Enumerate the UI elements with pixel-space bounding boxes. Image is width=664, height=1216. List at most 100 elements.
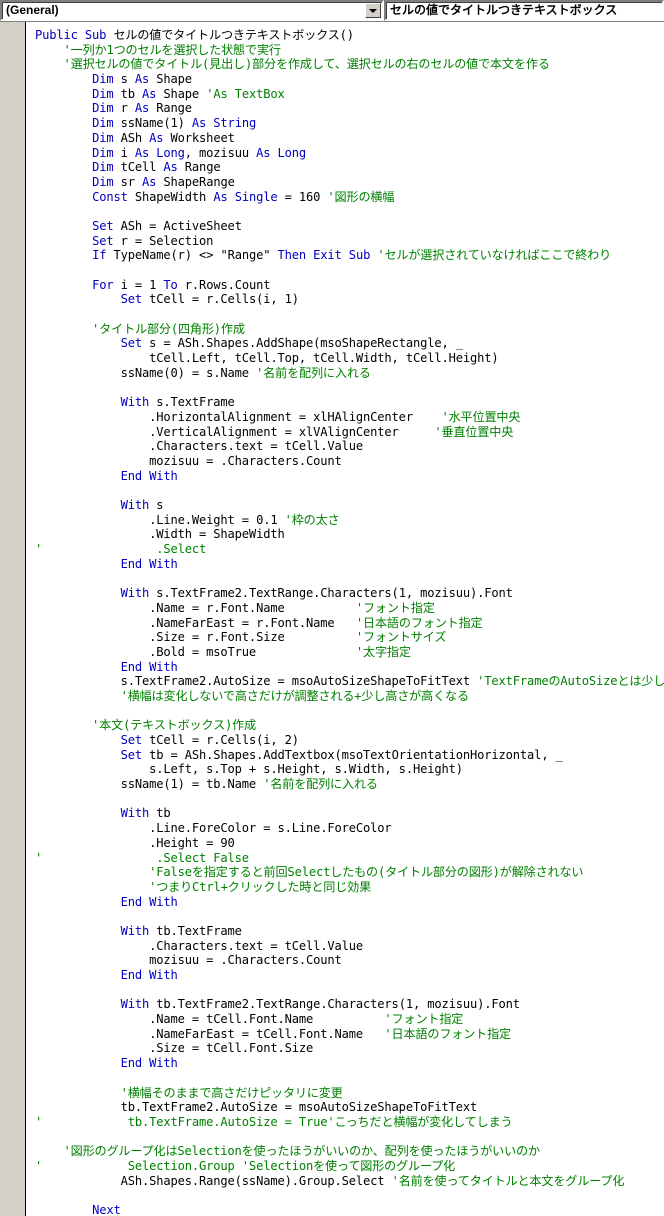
procedure-combobox[interactable]: セルの値でタイトルつきテキストボックス [384, 0, 664, 21]
code-line: .Size = r.Font.Size 'フォントサイズ [35, 630, 664, 645]
code-token: Set [120, 292, 150, 307]
code-line: With s.TextFrame [35, 395, 664, 410]
code-pane[interactable]: Public Sub セルの値でタイトルつきテキストボックス() '一列か1つの… [0, 21, 664, 1216]
code-token: ' .Select [35, 542, 207, 557]
code-token: tb.TextFrame [156, 923, 242, 938]
code-token: Set [120, 336, 150, 351]
code-token: tCell = r.Cells(i, 2) [149, 733, 299, 747]
code-line: .NameFarEast = r.Font.Name '日本語のフォント指定 [35, 616, 664, 631]
code-token: i = 1 [120, 277, 164, 292]
code-token: With [120, 806, 157, 821]
code-token: As Single [213, 189, 278, 204]
code-token: As [142, 174, 164, 189]
code-token: 'フォントサイズ [355, 630, 447, 645]
code-token: s.TextFrame [156, 395, 235, 410]
object-combobox[interactable]: (General) [0, 0, 384, 21]
code-token: r = Selection [120, 233, 214, 248]
code-token: i [120, 145, 135, 160]
code-token: .Bold = msoTrue [35, 644, 356, 659]
code-line: End With [35, 895, 664, 910]
code-token: s = ASh.Shapes.AddShape(msoShapeRectangl… [149, 336, 463, 351]
code-token: Dim [92, 160, 121, 175]
code-line: .HorizontalAlignment = xlHAlignCenter '水… [35, 410, 664, 425]
code-line: Set s = ASh.Shapes.AddShape(msoShapeRect… [35, 336, 664, 351]
code-line: Dim tCell As Range [35, 160, 664, 175]
code-token: With [120, 498, 157, 512]
code-token: As Long [134, 145, 185, 160]
code-line: '選択セルの値でタイトル(見出し)部分を作成して、選択セルの右のセルの値で本文を… [35, 57, 664, 72]
code-token: s [156, 498, 164, 512]
code-line: ssName(1) = tb.Name '名前を配列に入れる [35, 777, 664, 792]
code-token: ShapeRange [163, 174, 235, 189]
code-line: With s.TextFrame2.TextRange.Characters(1… [35, 586, 664, 601]
code-line: Const ShapeWidth As Single = 160 '図形の横幅 [35, 190, 664, 205]
code-token: As [149, 130, 171, 145]
code-token: ASh = ActiveSheet [120, 218, 242, 233]
code-line: .Characters.text = tCell.Value [35, 939, 664, 954]
code-token: '日本語のフォント指定 [384, 1026, 511, 1041]
code-token: mozisuu = .Characters.Count [35, 453, 342, 468]
code-token: Dim [92, 116, 121, 131]
code-token: ' Selection.Group 'Selectionを使って図形のグループ化 [35, 1158, 456, 1173]
code-line: tCell.Left, tCell.Top, tCell.Width, tCel… [35, 351, 664, 366]
code-line: End With [35, 557, 664, 572]
code-token: .Characters.text = tCell.Value [35, 439, 364, 454]
code-token: mozisuu = .Characters.Count [35, 953, 342, 968]
code-line: End With [35, 968, 664, 983]
margin-indicator-bar[interactable] [0, 22, 26, 1216]
code-token: With [120, 395, 157, 410]
code-token: With [120, 586, 157, 601]
code-token: s.TextFrame2.AutoSize = msoAutoSizeShape… [35, 674, 478, 689]
code-token: 'フォント指定 [355, 600, 435, 615]
code-line: Dim sr As ShapeRange [35, 175, 664, 190]
code-token: sr [120, 174, 142, 189]
code-line: Set tb = ASh.Shapes.AddTextbox(msoTextOr… [35, 748, 664, 763]
code-token: Set [92, 218, 121, 233]
code-token: s.Left, s.Top + s.Height, s.Width, s.Hei… [35, 762, 463, 777]
code-token: As [134, 72, 157, 87]
code-token: r [120, 101, 135, 116]
code-token: .Characters.text = tCell.Value [35, 938, 364, 953]
code-token: 'セルが選択されていなければここで終わり [377, 248, 612, 263]
code-token: tb [120, 86, 142, 101]
code-token: With [120, 923, 157, 938]
code-line: 'つまりCtrl+クリックした時と同じ効果 [35, 880, 664, 895]
code-line: ' .Select False [35, 851, 664, 866]
code-token: Dim [92, 86, 121, 101]
code-token: Dim [92, 130, 121, 145]
code-token: Set [120, 747, 150, 762]
code-line: s.Left, s.Top + s.Height, s.Width, s.Hei… [35, 762, 664, 777]
code-token: '本文(テキストボックス)作成 [35, 718, 257, 733]
code-line: tb.TextFrame2.AutoSize = msoAutoSizeShap… [35, 1100, 664, 1115]
code-token: = 160 [277, 189, 328, 204]
object-combobox-dropdown-button[interactable] [365, 3, 381, 18]
code-line: ' Selection.Group 'Selectionを使って図形のグループ化 [35, 1159, 664, 1174]
code-token: As Long [256, 145, 307, 160]
code-token: tCell = r.Cells(i, 1) [149, 292, 299, 307]
code-line: Dim ssName(1) As String [35, 116, 664, 131]
code-line: End With [35, 1056, 664, 1071]
code-editor-area[interactable]: Public Sub セルの値でタイトルつきテキストボックス() '一列か1つの… [27, 22, 664, 1216]
code-token: Set [92, 233, 121, 248]
code-token: '枠の太さ [284, 512, 340, 527]
code-token: '水平位置中央 [441, 409, 521, 424]
code-token: 'As TextBox [206, 86, 285, 101]
code-token: 'TextFrameのAutoSizeとは少し違い [477, 674, 664, 689]
code-line: Dim ASh As Worksheet [35, 131, 664, 146]
